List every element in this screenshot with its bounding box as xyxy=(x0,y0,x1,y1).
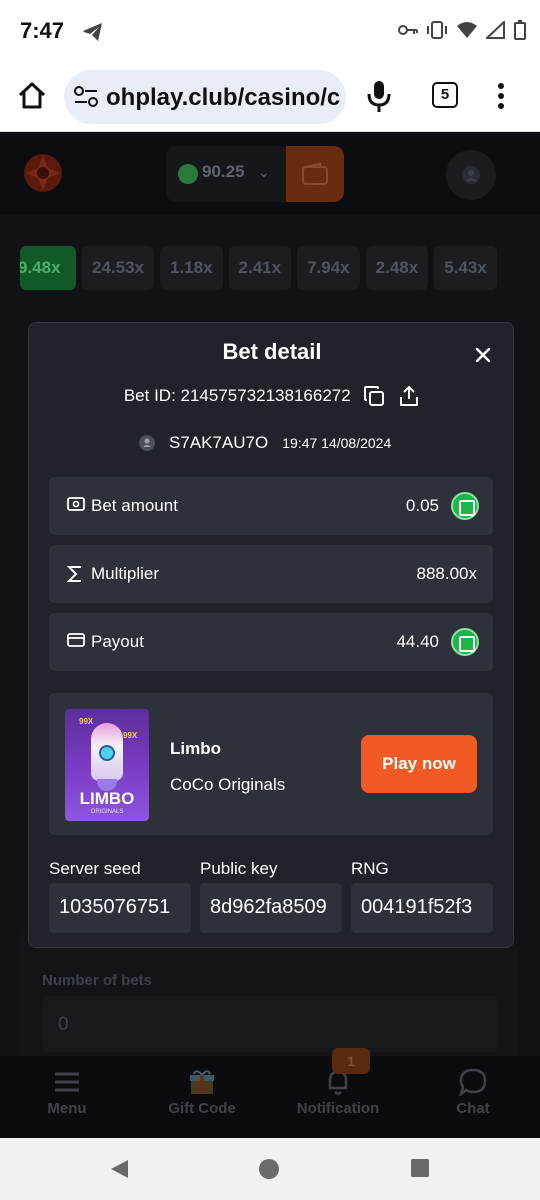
balance-selector[interactable]: 90.25 ⌄ xyxy=(166,146,286,202)
nav-menu[interactable]: Menu xyxy=(7,1066,127,1117)
telegram-icon xyxy=(83,23,102,41)
multiplier-chip: 9.48x xyxy=(20,246,76,290)
system-navigation-bar xyxy=(0,1138,540,1200)
multiplier-label: Multiplier xyxy=(91,564,160,583)
payout-label: Payout xyxy=(91,632,144,651)
home-icon[interactable] xyxy=(16,80,48,112)
wallet-button[interactable] xyxy=(286,146,344,202)
bottom-navigation: Menu Gift Code Notification 1 Chat xyxy=(0,1048,540,1138)
multiplier-chip: 1.18x xyxy=(160,246,223,290)
battery-icon xyxy=(514,20,526,40)
wallet-icon xyxy=(302,163,328,185)
username[interactable]: S7AK7AU7O xyxy=(169,433,268,453)
chat-bubble-icon xyxy=(459,1068,487,1096)
sigma-icon xyxy=(67,566,81,582)
nav-chat-label: Chat xyxy=(456,1100,490,1117)
multiplier-chip: 7.94x xyxy=(297,246,360,290)
balance-value: 90.25 xyxy=(202,162,245,181)
close-icon[interactable] xyxy=(471,343,495,367)
thumb-subtitle: ORIGINALS xyxy=(90,809,124,815)
profile-button[interactable] xyxy=(446,150,496,200)
wifi-icon xyxy=(457,22,477,38)
nav-chat[interactable]: Chat xyxy=(413,1066,533,1117)
user-icon xyxy=(462,166,480,184)
vibrate-icon xyxy=(427,21,447,39)
hamburger-icon xyxy=(55,1072,79,1092)
multiplier-chip: 2.41x xyxy=(228,246,292,290)
nav-gift-code-label: Gift Code xyxy=(168,1100,236,1117)
bet-detail-modal: Bet detail Bet ID: 214575732138166272 S7… xyxy=(28,322,514,948)
multiplier-value: 888.00x xyxy=(416,564,478,583)
bet-datetime: 19:47 14/08/2024 xyxy=(282,435,392,451)
rng-field[interactable]: 004191f52f3 xyxy=(351,883,493,933)
thumb-tag: 99X xyxy=(123,731,138,740)
rng-label: RNG xyxy=(351,859,389,878)
cash-icon xyxy=(67,497,85,511)
microphone-icon[interactable] xyxy=(366,80,392,114)
coin-icon xyxy=(451,628,479,656)
recents-icon[interactable] xyxy=(410,1158,430,1178)
status-bar: 7:47 xyxy=(0,0,540,64)
back-icon[interactable] xyxy=(108,1158,130,1180)
coin-icon xyxy=(178,164,198,184)
signal-icon xyxy=(486,21,505,39)
share-icon[interactable] xyxy=(398,385,420,407)
more-options-icon[interactable] xyxy=(496,82,506,110)
public-key-value: 8d962fa8509 xyxy=(210,896,327,918)
multiplier-chip: 5.43x xyxy=(434,246,497,290)
public-key-field[interactable]: 8d962fa8509 xyxy=(200,883,342,933)
copy-icon[interactable] xyxy=(363,385,385,407)
thumb-title: LIMBO xyxy=(79,789,135,808)
limbo-game-thumbnail[interactable]: 99X 99X LIMBO ORIGINALS xyxy=(65,709,149,821)
browser-toolbar: ohplay.club/casino/c 5 xyxy=(0,64,540,132)
home-circle-icon[interactable] xyxy=(258,1158,280,1180)
rng-value: 004191f52f3 xyxy=(361,896,473,918)
server-seed-field[interactable]: 1035076751 xyxy=(49,883,191,933)
public-key-label: Public key xyxy=(200,859,278,878)
chevron-down-icon: ⌄ xyxy=(258,164,270,180)
status-time: 7:47 xyxy=(20,18,65,43)
bet-amount-label: Bet amount xyxy=(91,496,178,515)
number-of-bets-input[interactable]: 0 xyxy=(42,996,498,1052)
multiplier-row: Multiplier 888.00x xyxy=(49,545,493,603)
card-icon xyxy=(67,633,85,647)
tab-switcher-button[interactable]: 5 xyxy=(432,82,458,108)
address-bar[interactable]: ohplay.club/casino/c xyxy=(64,70,346,124)
payout-row: Payout 44.40 xyxy=(49,613,493,671)
coin-icon xyxy=(451,492,479,520)
payout-value: 44.40 xyxy=(396,632,439,651)
thumb-tag: 99X xyxy=(79,717,94,726)
multiplier-chip: 2.48x xyxy=(365,246,429,290)
server-seed-label: Server seed xyxy=(49,859,141,878)
site-logo[interactable] xyxy=(22,152,64,194)
vpn-key-icon xyxy=(398,25,418,35)
nav-gift-code[interactable]: Gift Code xyxy=(142,1066,262,1117)
nav-notification-label: Notification xyxy=(296,1100,380,1117)
game-name: Limbo xyxy=(170,739,221,758)
site-header: 90.25 ⌄ xyxy=(0,132,540,214)
bet-amount-value: 0.05 xyxy=(405,496,439,515)
recent-multipliers: 9.48x 24.53x 1.18x 2.41x 7.94x 2.48x 5.4… xyxy=(20,246,520,290)
site-settings-icon[interactable] xyxy=(74,86,98,108)
play-now-button[interactable]: Play now xyxy=(361,735,477,793)
game-provider: CoCo Originals xyxy=(170,775,286,794)
number-of-bets-label: Number of bets xyxy=(42,972,153,989)
status-icons xyxy=(398,20,526,40)
nav-menu-label: Menu xyxy=(47,1100,87,1117)
game-card: 99X 99X LIMBO ORIGINALS Limbo CoCo Origi… xyxy=(49,693,493,835)
bet-id-row: Bet ID: 214575732138166272 xyxy=(29,385,515,407)
url-text[interactable]: ohplay.club/casino/c xyxy=(106,84,340,112)
bet-id: Bet ID: 214575732138166272 xyxy=(123,386,351,405)
user-avatar-icon xyxy=(139,435,155,451)
modal-title: Bet detail xyxy=(222,339,322,364)
bet-amount-row: Bet amount 0.05 xyxy=(49,477,493,535)
gift-icon xyxy=(190,1070,214,1094)
notification-badge: 1 xyxy=(332,1048,370,1074)
server-seed-value: 1035076751 xyxy=(59,896,171,918)
bet-user-row: S7AK7AU7O 19:47 14/08/2024 xyxy=(139,431,391,455)
multiplier-chip: 24.53x xyxy=(82,246,154,290)
